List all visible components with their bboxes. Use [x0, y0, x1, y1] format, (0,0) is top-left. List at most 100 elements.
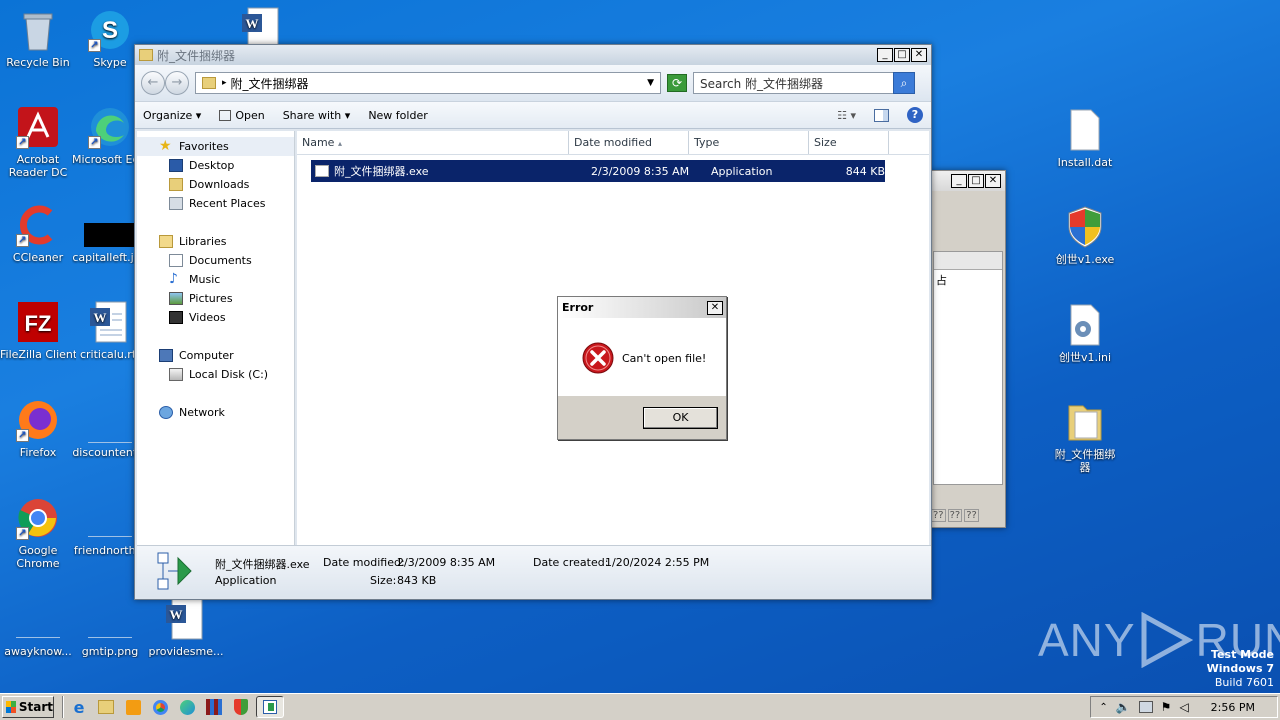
maximize-button[interactable]: □ — [894, 48, 910, 62]
maximize-button[interactable]: □ — [968, 174, 984, 188]
new-folder-button[interactable]: New folder — [368, 109, 427, 122]
active-app-taskbar-button[interactable] — [256, 696, 284, 718]
nav-videos[interactable]: Videos — [137, 308, 294, 327]
desktop-icon-chuangshi-exe[interactable]: 创世v1.exe — [1047, 205, 1123, 266]
firefox-icon: ↗ — [16, 398, 60, 442]
nav-documents[interactable]: Documents — [137, 251, 294, 270]
nav-music[interactable]: ♪ Music — [137, 270, 294, 289]
nav-favorites[interactable]: ★ Favorites — [137, 137, 294, 156]
share-with-menu[interactable]: Share with ▾ — [283, 109, 351, 122]
chevron-down-icon[interactable]: ▼ — [647, 78, 654, 88]
help-icon[interactable]: ? — [907, 107, 923, 123]
taskbar-divider — [62, 696, 64, 718]
desktop-icon-ccleaner[interactable]: ↗ CCleaner — [0, 203, 76, 264]
settings-file-icon — [1063, 303, 1107, 347]
close-button[interactable]: ✕ — [707, 300, 723, 315]
ok-button[interactable]: OK — [643, 407, 718, 429]
explorer-taskbar-icon[interactable] — [94, 696, 118, 718]
view-options-icon[interactable]: ☷ ▾ — [837, 109, 856, 122]
search-icon[interactable]: ⌕ — [893, 72, 915, 94]
desktop-icon-label: gmtip.png — [81, 645, 139, 658]
desktop-icon-folder[interactable]: 附_文件捆绑 器 — [1047, 400, 1123, 474]
address-bar[interactable]: ▸ 附_文件捆绑器 ▼ — [195, 72, 661, 94]
nav-label: Local Disk (C:) — [189, 368, 269, 381]
volume-icon[interactable]: 🔈 — [1116, 700, 1131, 714]
file-size: 844 KB — [845, 164, 885, 178]
nav-computer[interactable]: Computer — [137, 346, 294, 365]
forward-button[interactable]: → — [165, 71, 189, 95]
shield-app-icon[interactable] — [229, 696, 253, 718]
blank-file-icon — [88, 398, 132, 443]
desktop-icon-label: FileZilla Client — [0, 348, 76, 361]
error-message: Can't open file! — [622, 352, 707, 365]
background-window-header — [934, 252, 1002, 270]
network-tray-icon[interactable] — [1138, 701, 1153, 713]
nav-pictures[interactable]: Pictures — [137, 289, 294, 308]
desktop-icon-install-dat[interactable]: Install.dat — [1047, 108, 1123, 169]
refresh-button[interactable]: ⟳ — [667, 74, 687, 92]
nav-recent-places[interactable]: Recent Places — [137, 194, 294, 213]
column-type[interactable]: Type — [689, 131, 809, 154]
desktop-icon-gmtip[interactable]: gmtip.png — [72, 597, 148, 658]
breadcrumb[interactable]: 附_文件捆绑器 — [231, 75, 648, 92]
column-date-modified[interactable]: Date modified — [569, 131, 689, 154]
desktop-icon-chrome[interactable]: ↗ Google Chrome — [0, 496, 76, 570]
computer-icon — [159, 349, 173, 362]
winrar-icon[interactable] — [202, 696, 226, 718]
back-button[interactable]: ← — [141, 71, 165, 95]
search-input[interactable]: Search 附_文件捆绑器 ⌕ — [693, 72, 915, 94]
breadcrumb-arrow-icon[interactable]: ▸ — [222, 78, 227, 88]
nav-libraries[interactable]: Libraries — [137, 232, 294, 251]
close-button[interactable]: ✕ — [911, 48, 927, 62]
desktop-icon-recycle-bin[interactable]: Recycle Bin — [0, 8, 76, 69]
explorer-window[interactable]: 附_文件捆绑器 _ □ ✕ ← → ▸ 附_文件捆绑器 ▼ ⟳ Search 附_文… — [134, 44, 932, 600]
recent-places-icon — [169, 197, 183, 210]
desktop-icon-label: awayknow... — [4, 645, 72, 658]
background-window-item: 占 — [936, 274, 947, 287]
background-window[interactable]: _ □ ✕ 占 ?? ?? ?? — [930, 170, 1006, 528]
column-name[interactable]: Name ▴ — [297, 131, 569, 154]
blank-file-icon — [16, 597, 60, 641]
desktop-icon-providesme[interactable]: W providesme... — [148, 597, 224, 658]
chrome-icon: ↗ — [16, 496, 60, 540]
nav-label: Recent Places — [189, 197, 266, 210]
tray-expand-icon[interactable]: ⌃ — [1099, 702, 1107, 713]
nav-desktop[interactable]: Desktop — [137, 156, 294, 175]
organize-menu[interactable]: Organize ▾ — [143, 109, 201, 122]
window-title: 附_文件捆绑器 — [157, 48, 236, 63]
speaker-mute-icon[interactable]: ◁ — [1179, 700, 1188, 714]
desktop-icon-awayknow[interactable]: awayknow... — [0, 597, 76, 658]
test-mode-line: Test Mode — [1211, 648, 1274, 661]
minimize-button[interactable]: _ — [877, 48, 893, 62]
desktop-icon-firefox[interactable]: ↗ Firefox — [0, 398, 76, 459]
desktop-icon-label: Install.dat — [1057, 156, 1113, 169]
file-row[interactable]: 附_文件捆绑器.exe 2/3/2009 8:35 AM Application… — [311, 160, 885, 182]
ie-icon[interactable]: e — [67, 696, 91, 718]
desktop-icon-acrobat[interactable]: ↗ Acrobat Reader DC — [0, 105, 76, 179]
play-logo-icon — [1141, 612, 1193, 668]
folder-icon — [139, 49, 153, 61]
open-button[interactable]: Open — [219, 109, 265, 122]
start-button[interactable]: Start — [2, 696, 54, 718]
nav-local-disk[interactable]: Local Disk (C:) — [137, 365, 294, 384]
preview-pane-icon[interactable] — [874, 108, 889, 122]
close-button[interactable]: ✕ — [985, 174, 1001, 188]
start-label: Start — [18, 700, 53, 714]
action-center-icon[interactable]: ⚑ — [1161, 700, 1172, 714]
application-icon — [315, 165, 329, 177]
desktop-icon-filezilla[interactable]: FZ FileZilla Client — [0, 300, 76, 361]
media-player-icon[interactable] — [121, 696, 145, 718]
music-icon: ♪ — [169, 271, 178, 287]
minimize-button[interactable]: _ — [951, 174, 967, 188]
chrome-taskbar-icon[interactable] — [148, 696, 172, 718]
nav-downloads[interactable]: Downloads — [137, 175, 294, 194]
error-icon — [582, 342, 614, 374]
desktop-icon-chuangshi-ini[interactable]: 创世v1.ini — [1047, 303, 1123, 364]
edge-taskbar-icon[interactable] — [175, 696, 199, 718]
clock[interactable]: 2:56 PM — [1211, 701, 1255, 714]
file-type: Application — [711, 164, 773, 178]
column-headers: Name ▴ Date modified Type Size — [297, 131, 929, 155]
error-dialog[interactable]: Error ✕ Can't open file! OK — [557, 296, 727, 440]
nav-network[interactable]: Network — [137, 403, 294, 422]
column-size[interactable]: Size — [809, 131, 889, 154]
